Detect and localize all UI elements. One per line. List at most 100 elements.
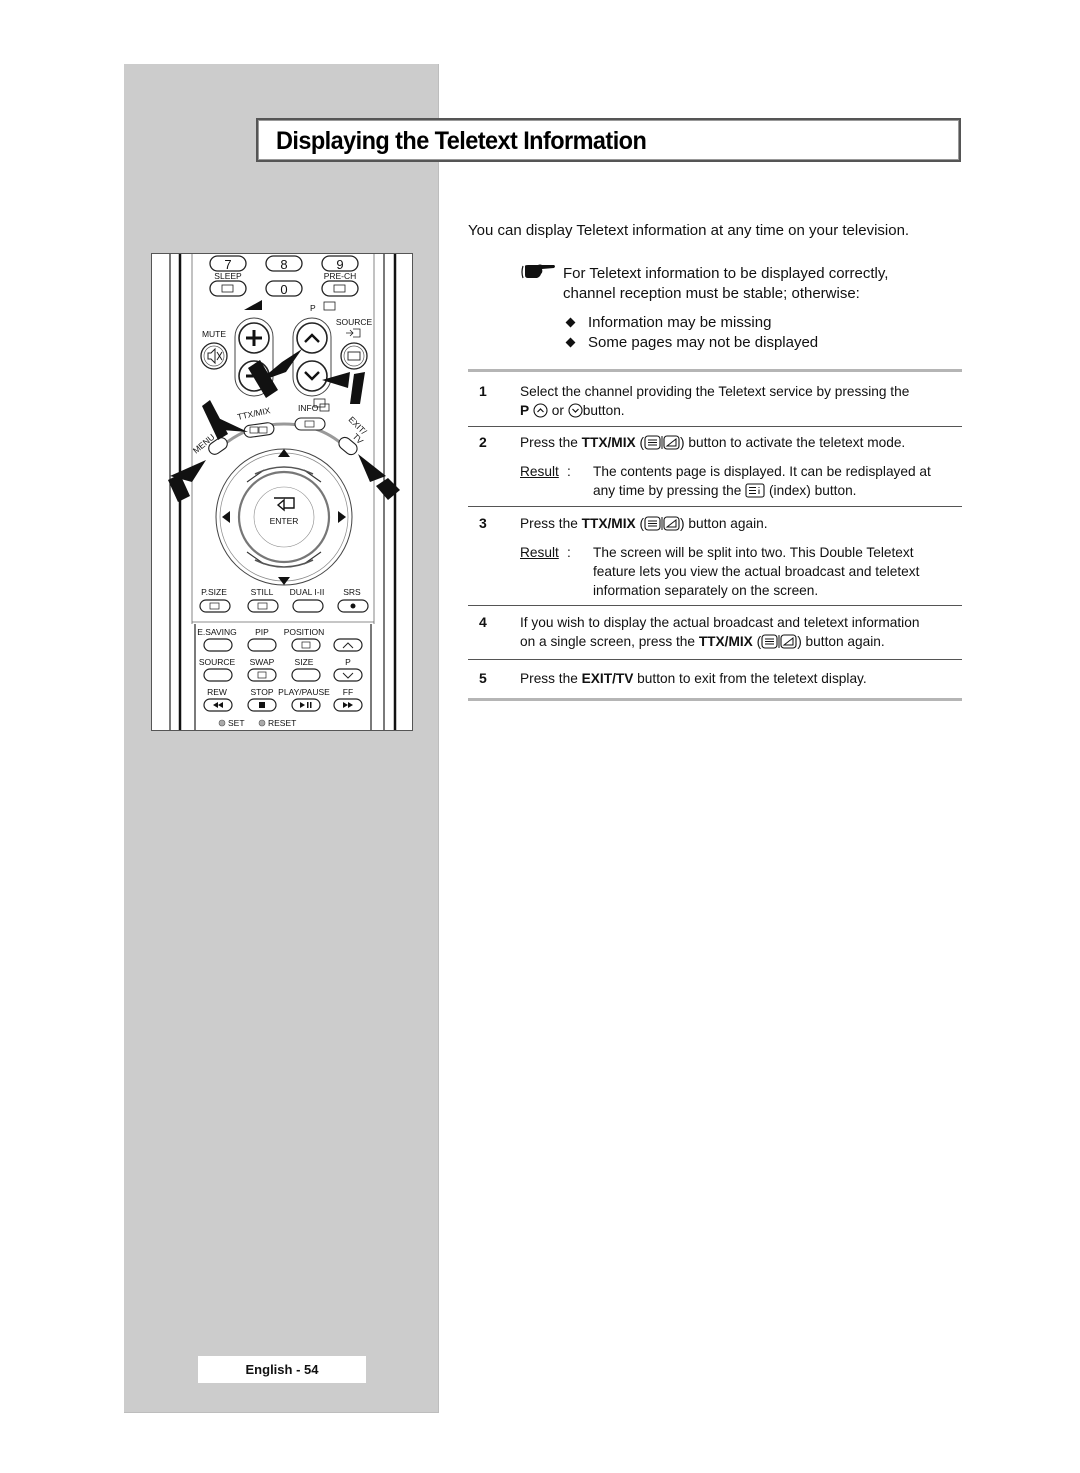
step-number: 4 [479,614,487,630]
info-button[interactable] [294,417,326,431]
divider [468,506,962,507]
svg-text:7: 7 [224,257,231,272]
pointer-arrow [376,478,400,500]
note-bullets: Information may be missing Some pages ma… [565,313,818,353]
play-pause-button[interactable] [291,698,321,712]
info-label: INFO [298,403,319,413]
ttxmix-button[interactable] [243,422,275,438]
p-up-button[interactable] [333,638,363,652]
result-text: The contents page is displayed. It can b… [593,464,931,498]
svg-text:SET: SET [228,718,245,728]
channel-up-button[interactable] [296,322,328,354]
ff-label: FF [343,687,353,697]
intro-text: You can display Teletext information at … [468,222,910,239]
channel-down-icon [568,403,583,418]
info-icon [319,403,330,412]
channel-down-button[interactable] [296,360,328,392]
prech-button[interactable] [321,280,359,297]
p2-label: P [345,657,351,667]
volume-wedge-icon [244,300,262,310]
index-icon [745,483,765,498]
result-text: The screen will be split into two. This … [593,545,920,598]
stop-label: STOP [251,687,274,697]
source-input-icon [346,328,361,338]
divider-thick [468,698,962,701]
svg-text:RESET: RESET [268,718,296,728]
still-label: STILL [251,587,274,597]
ttxmix-label: TTX/MIX [236,405,271,422]
key-7[interactable]: 7 [209,255,247,272]
svg-text:8: 8 [280,257,287,272]
p-down-button[interactable] [333,668,363,682]
dual-label: DUAL I-II [290,587,325,597]
pip-button[interactable] [247,638,277,652]
page-title: Displaying the Teletext Information [276,127,647,155]
channel-up-icon [533,403,548,418]
step-number: 1 [479,383,487,399]
rew-label: REW [207,687,227,697]
result-label: Result [520,464,559,479]
diamond-bullet-icon [565,317,576,328]
divider [468,605,962,606]
playpause-label: PLAY/PAUSE [278,687,330,697]
set-button[interactable]: SET [218,718,245,728]
step-number: 5 [479,670,487,686]
psize-button[interactable] [199,599,231,613]
rew-button[interactable] [203,698,233,712]
title-box: Displaying the Teletext Information [256,118,961,162]
divider [468,659,962,660]
page-number-footer: English - 54 [198,1356,366,1383]
ff-button[interactable] [333,698,363,712]
pointer-arrow [358,454,386,482]
esaving-button[interactable] [203,638,233,652]
step-number: 3 [479,515,487,531]
pointer-arrow [350,372,365,404]
position-label: POSITION [284,627,325,637]
source-button[interactable] [340,342,368,370]
key-0[interactable]: 0 [265,280,303,297]
swap-button[interactable] [247,668,277,682]
srs-label: SRS [343,587,361,597]
divider [468,426,962,427]
prech-label: PRE-CH [324,271,357,281]
ttx-mix-icon [644,435,680,450]
pointing-hand-icon [521,264,555,279]
remote-control-drawing: 7 8 9 SLEEP PRE-CH 0 P MUTE SOURCE TTX/M… [168,254,400,730]
note-line-1: For Teletext information to be displayed… [563,265,889,282]
volume-up-button[interactable] [238,322,270,354]
key-9[interactable]: 9 [321,255,359,272]
still-button[interactable] [247,599,279,613]
divider-thick [468,369,962,372]
srs-button[interactable] [337,599,369,613]
size-button[interactable] [291,668,321,682]
svg-text:0: 0 [280,282,287,297]
note-line-2: channel reception must be stable; otherw… [563,285,860,302]
result-label: Result [520,545,559,560]
stop-button[interactable] [247,698,277,712]
p-label: P [310,303,316,313]
ttx-mix-icon [644,516,680,531]
source2-button[interactable] [203,668,233,682]
mute-button[interactable] [200,342,228,370]
source-label: SOURCE [336,317,373,327]
mute-label: MUTE [202,329,226,339]
teletext-icon [323,301,336,311]
reset-button[interactable]: RESET [258,718,296,728]
sleep-button[interactable] [209,280,247,297]
svg-text:9: 9 [336,257,343,272]
size-label: SIZE [295,657,314,667]
position-button[interactable] [291,638,321,652]
source2-label: SOURCE [199,657,236,667]
pip-label: PIP [255,627,269,637]
diamond-bullet-icon [565,337,576,348]
key-8[interactable]: 8 [265,255,303,272]
remote-control-illustration: 7 8 9 SLEEP PRE-CH 0 P MUTE SOURCE TTX/M… [151,253,413,731]
bullet-item: Some pages may not be displayed [565,333,818,353]
sleep-label: SLEEP [214,271,242,281]
dual-button[interactable] [292,599,324,613]
bullet-item: Information may be missing [565,313,818,333]
ttx-mix-icon [761,634,797,649]
svg-text:ENTER: ENTER [270,516,299,526]
psize-label: P.SIZE [201,587,227,597]
swap-label: SWAP [250,657,275,667]
